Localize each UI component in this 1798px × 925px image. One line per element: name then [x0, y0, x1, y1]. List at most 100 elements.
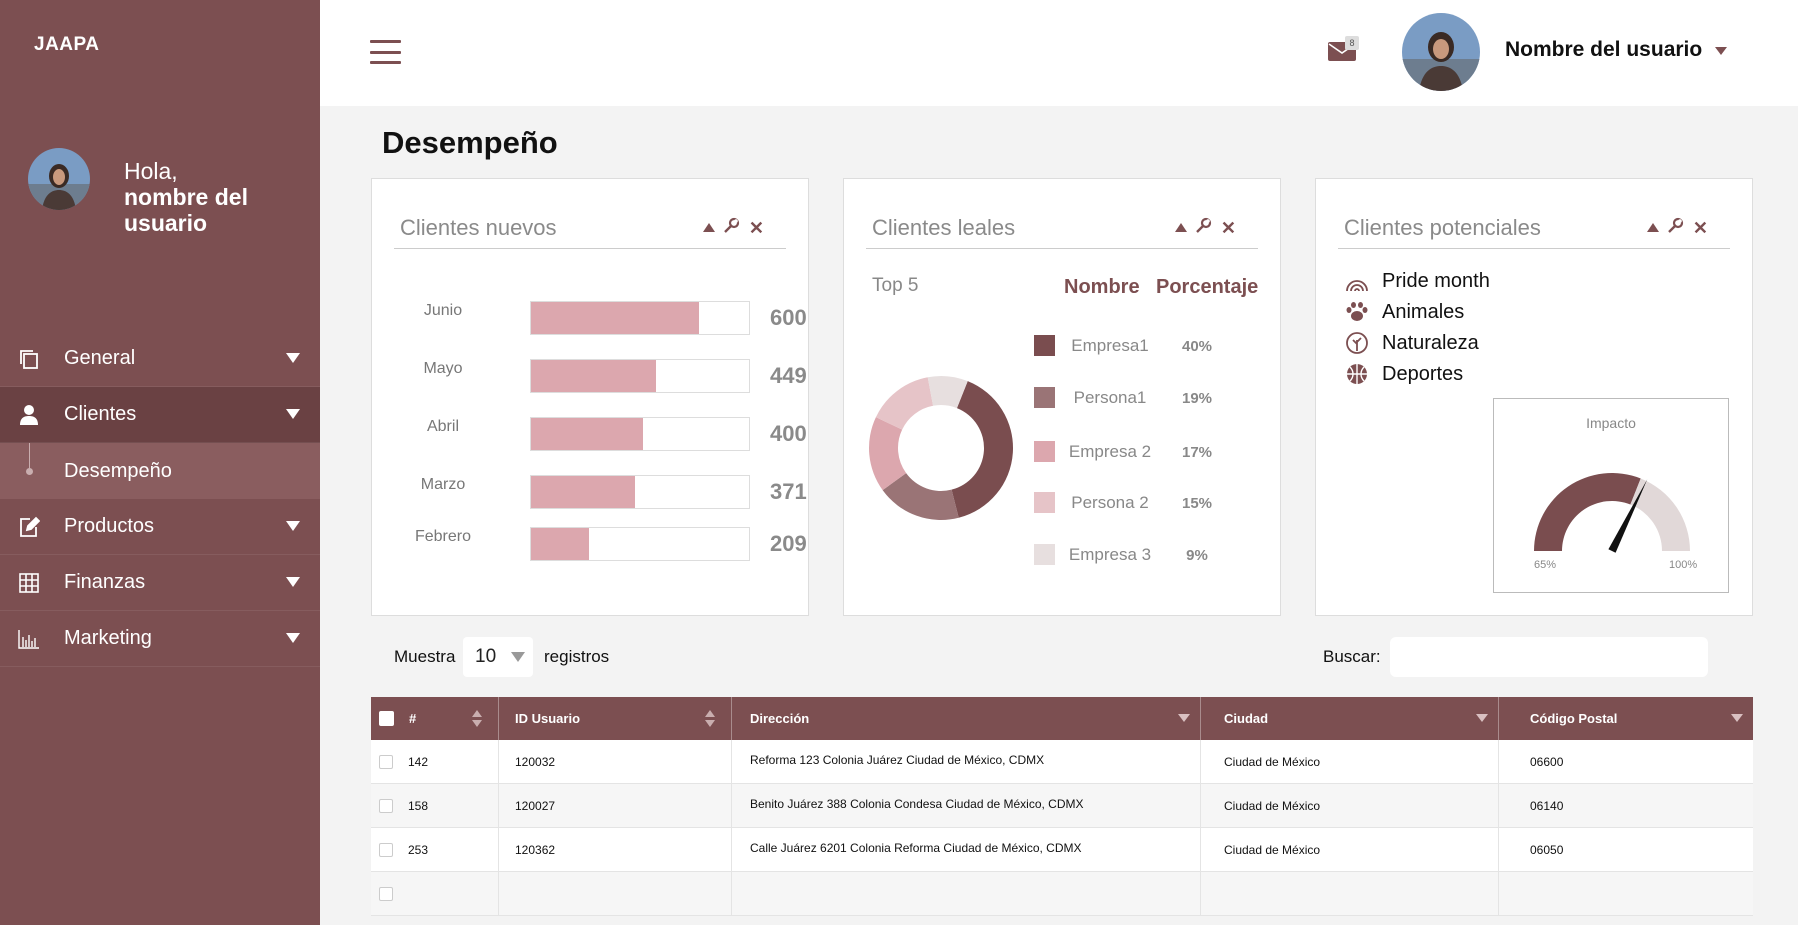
list-item-naturaleza[interactable]: Naturaleza [1344, 329, 1479, 357]
chevron-down-icon [286, 521, 300, 531]
card-tools: ✕ [702, 217, 764, 238]
greeting-user-name: nombre del usuario [124, 184, 248, 236]
basketball-icon [1344, 361, 1370, 387]
greeting-hello: Hola, [124, 158, 178, 184]
card-clientes-nuevos: Clientes nuevos ✕ Junio 600 Mayo 449 Abril 40… [371, 178, 809, 616]
bar [531, 476, 635, 508]
legend-label: Persona1 [1073, 388, 1147, 407]
cell-id [499, 872, 732, 916]
bar-track [530, 527, 750, 561]
card-clientes-potenciales: Clientes potenciales ✕ Pride month Anima… [1315, 178, 1753, 616]
page-size-select[interactable]: 10 [463, 637, 533, 677]
chevron-down-icon [286, 353, 300, 363]
gauge-max-label: 100% [1669, 559, 1698, 571]
collapse-icon[interactable] [702, 223, 715, 232]
column-header-label: Código Postal [1530, 711, 1618, 726]
cell-number: 158 [371, 784, 499, 828]
cell-postal-code [1499, 872, 1753, 916]
donut-slice [951, 381, 1013, 518]
sidebar-item-finanzas[interactable]: Finanzas [0, 555, 320, 611]
row-checkbox[interactable] [379, 799, 393, 813]
legend-item: Persona1 19% [1034, 385, 1264, 409]
sort-icon[interactable] [705, 710, 715, 728]
user-name[interactable]: Nombre del usuario [1505, 38, 1702, 62]
brand-logo[interactable]: JAAPA [34, 34, 100, 56]
collapse-icon[interactable] [1174, 223, 1187, 232]
cell-text: Reforma 123 Colonia Juárez Ciudad de Méx… [750, 753, 1045, 767]
column-header-label: Dirección [750, 711, 810, 726]
chevron-down-icon[interactable] [1731, 714, 1743, 722]
rainbow-icon [1344, 268, 1370, 294]
bar-value-label: 449 [770, 363, 807, 388]
list-item-pride-month[interactable]: Pride month [1344, 267, 1490, 295]
row-checkbox[interactable] [379, 887, 393, 901]
card-title: Clientes potenciales [1344, 215, 1541, 240]
bar-track [530, 417, 750, 451]
cell-address: Benito Juárez 388 Colonia Condesa Ciudad… [732, 784, 1201, 828]
greeting: Hola, nombre del usuario [124, 158, 284, 236]
user-icon [16, 404, 42, 426]
table-row[interactable]: 253 120362 Calle Juárez 6201 Colonia Ref… [371, 828, 1753, 872]
chevron-down-icon[interactable] [1715, 47, 1727, 55]
tree-dot [26, 468, 33, 475]
wrench-icon[interactable] [723, 217, 741, 238]
card-tools: ✕ [1174, 217, 1236, 238]
cell-text: 120362 [515, 843, 556, 857]
sidebar-subitem-desempeno[interactable]: Desempeño [0, 443, 320, 499]
select-all-checkbox[interactable] [379, 711, 394, 726]
table-row[interactable] [371, 872, 1753, 916]
page-size-value: 10 [475, 646, 497, 667]
close-icon[interactable]: ✕ [1221, 219, 1236, 237]
legend-percent: 40% [1181, 338, 1213, 355]
list-item-label: Pride month [1382, 269, 1490, 292]
list-item-animales[interactable]: Animales [1344, 298, 1464, 326]
column-header-id-usuario[interactable]: ID Usuario [499, 697, 732, 740]
legend-percent: 19% [1181, 390, 1213, 407]
row-checkbox[interactable] [379, 843, 393, 857]
table-row[interactable]: 158 120027 Benito Juárez 388 Colonia Con… [371, 784, 1753, 828]
cell-text: Benito Juárez 388 Colonia Condesa Ciudad… [750, 797, 1084, 811]
wrench-icon[interactable] [1195, 217, 1213, 238]
sidebar-item-general[interactable]: General [0, 331, 320, 387]
cell-text: 253 [408, 843, 429, 857]
wrench-icon[interactable] [1667, 217, 1685, 238]
column-header-number[interactable]: # [371, 697, 499, 740]
sidebar-item-label: Clientes [64, 403, 137, 425]
column-header-ciudad[interactable]: Ciudad [1201, 697, 1499, 740]
chevron-down-icon[interactable] [1476, 714, 1488, 722]
cell-city: Ciudad de México [1201, 828, 1499, 872]
legend-item: Empresa 2 17% [1034, 439, 1264, 463]
sidebar-item-marketing[interactable]: Marketing [0, 611, 320, 667]
cell-address [732, 872, 1201, 916]
collapse-icon[interactable] [1646, 223, 1659, 232]
chevron-down-icon [511, 652, 525, 662]
sidebar-item-label: Marketing [64, 627, 152, 649]
sidebar-item-clientes[interactable]: Clientes [0, 387, 320, 443]
cell-number: 142 [371, 740, 499, 784]
user-avatar[interactable] [1402, 13, 1480, 91]
gauge-min-label: 65% [1534, 559, 1557, 571]
cell-text: Ciudad de México [1224, 755, 1321, 769]
paw-icon [1344, 299, 1370, 325]
card-header: Clientes potenciales ✕ [1338, 209, 1730, 249]
legend-item: Empresa1 40% [1034, 333, 1264, 357]
close-icon[interactable]: ✕ [749, 219, 764, 237]
top-bar: 8 Nombre del usuario [320, 0, 1798, 106]
sidebar-item-productos[interactable]: Productos [0, 499, 320, 555]
table-row[interactable]: 142 120032 Reforma 123 Colonia Juárez Ci… [371, 740, 1753, 784]
sort-icon[interactable] [472, 710, 482, 728]
chevron-down-icon[interactable] [1178, 714, 1190, 722]
search-input[interactable] [1390, 637, 1708, 677]
hamburger-menu-icon[interactable] [370, 40, 401, 64]
column-header-codigo-postal[interactable]: Código Postal [1499, 697, 1753, 740]
bar-value-label: 600 [770, 305, 807, 330]
bar-track [530, 475, 750, 509]
bar-category-label: Marzo [420, 476, 466, 493]
chevron-down-icon [286, 633, 300, 643]
copy-icon [16, 348, 42, 370]
users-table: # ID Usuario Dirección Ciudad Código Pos… [371, 697, 1753, 916]
list-item-deportes[interactable]: Deportes [1344, 360, 1463, 388]
close-icon[interactable]: ✕ [1693, 219, 1708, 237]
row-checkbox[interactable] [379, 755, 393, 769]
column-header-direccion[interactable]: Dirección [732, 697, 1201, 740]
